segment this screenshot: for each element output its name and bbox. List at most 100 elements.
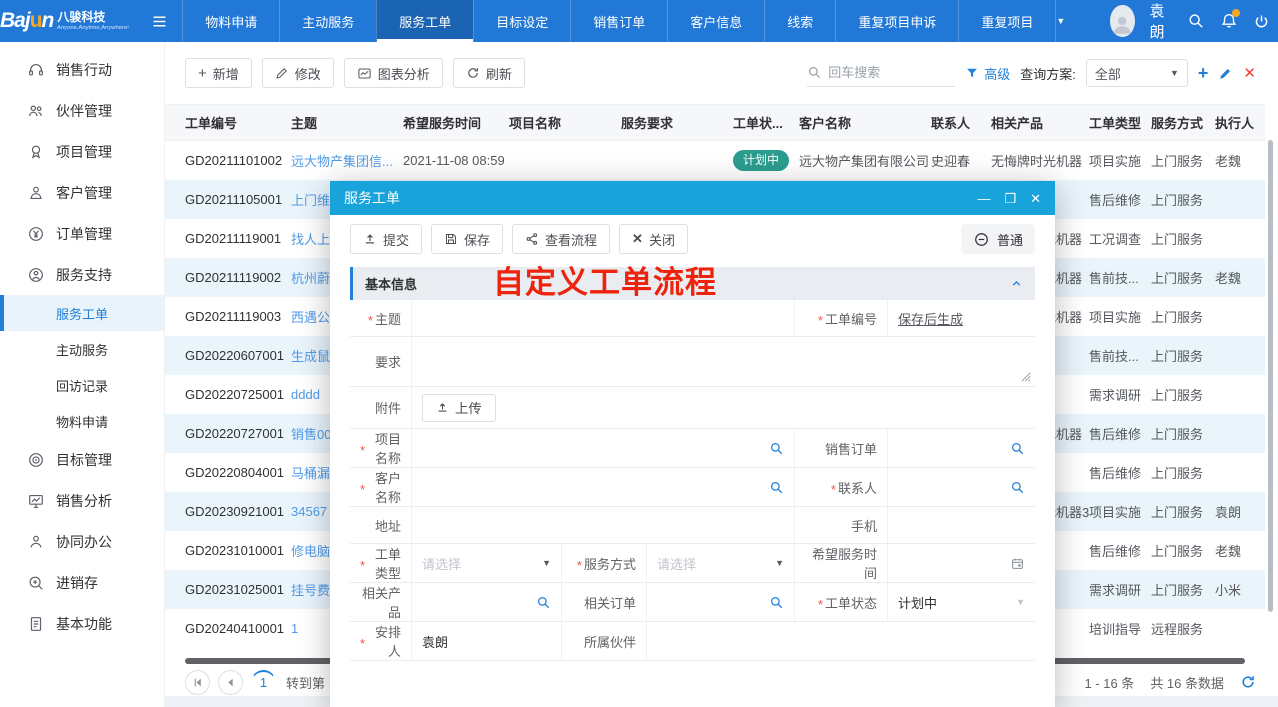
assignee-input[interactable]: 袁朗	[412, 622, 562, 661]
column-header[interactable]: 客户名称	[799, 105, 931, 141]
order-status-select[interactable]: 计划中 ▼	[888, 583, 1035, 622]
column-header[interactable]: 工单编号	[165, 105, 291, 141]
column-header[interactable]: 执行人	[1215, 105, 1265, 141]
advanced-filter[interactable]: 高级	[965, 64, 1010, 83]
resize-handle-icon[interactable]	[1021, 372, 1031, 382]
project-input[interactable]	[412, 429, 795, 468]
submit-button[interactable]: 提交	[350, 224, 422, 254]
table-row[interactable]: GD20211101002远大物产集团信...2021-11-08 08:59计…	[165, 141, 1265, 180]
calendar-icon[interactable]	[1010, 556, 1025, 571]
subject-link[interactable]: dddd	[291, 387, 320, 402]
column-header[interactable]: 服务方式	[1151, 105, 1215, 141]
notifications-bell-icon[interactable]	[1220, 12, 1238, 30]
subject-input[interactable]	[412, 300, 795, 337]
column-header[interactable]: 工单状...	[733, 105, 799, 141]
nav-item-8[interactable]: 重复项目申诉	[835, 0, 958, 42]
lookup-search-icon[interactable]	[769, 480, 784, 495]
refresh-button[interactable]: 刷新	[453, 58, 525, 88]
sidebar-item[interactable]: 服务支持	[0, 254, 164, 295]
column-header[interactable]: 主题	[291, 105, 403, 141]
requirement-textarea[interactable]	[412, 337, 1035, 387]
nav-item-6[interactable]: 客户信息	[667, 0, 764, 42]
sidebar-item[interactable]: 协同办公	[0, 521, 164, 562]
upload-button[interactable]: 上传	[422, 394, 496, 422]
sidebar-subitem[interactable]: 主动服务	[0, 331, 164, 367]
lookup-search-icon[interactable]	[536, 595, 551, 610]
chevron-up-icon[interactable]	[1010, 277, 1023, 290]
subject-link[interactable]: 1	[291, 621, 298, 636]
add-scheme-icon[interactable]: +	[1198, 63, 1209, 84]
column-header[interactable]: 服务要求	[621, 105, 733, 141]
query-scheme-select[interactable]: 全部 ▼	[1086, 59, 1188, 87]
modal-close-button[interactable]: ✕ 关闭	[619, 224, 688, 254]
sidebar-item[interactable]: 伙伴管理	[0, 90, 164, 131]
sidebar-item[interactable]: 进销存	[0, 562, 164, 603]
sidebar-item[interactable]: 目标管理	[0, 439, 164, 480]
column-header[interactable]: 工单类型	[1089, 105, 1151, 141]
user-name[interactable]: 袁朗	[1150, 0, 1173, 42]
pager-refresh-icon[interactable]	[1240, 674, 1256, 690]
nav-item-1[interactable]: 物料申请	[182, 0, 279, 42]
logout-power-icon[interactable]	[1253, 13, 1270, 30]
order-type-select[interactable]: 请选择 ▼	[412, 544, 562, 583]
minimize-icon[interactable]: —	[977, 192, 990, 205]
sales-order-input[interactable]	[888, 429, 1035, 468]
nav-item-7[interactable]: 线索	[764, 0, 835, 42]
sidebar-item[interactable]: 销售行动	[0, 49, 164, 90]
add-button[interactable]: + 新增	[185, 58, 252, 88]
menu-toggle-icon[interactable]	[137, 0, 182, 42]
sidebar-subitem[interactable]: 物料申请	[0, 403, 164, 439]
subject-link[interactable]: 远大物产集团信...	[291, 154, 393, 169]
column-header[interactable]: 相关产品	[991, 105, 1089, 141]
expected-time-input[interactable]	[888, 544, 1035, 583]
first-page-button[interactable]	[185, 670, 210, 695]
current-page[interactable]: 1	[251, 670, 276, 695]
service-method-select[interactable]: 请选择 ▼	[647, 544, 795, 583]
sidebar-item[interactable]: 基本功能	[0, 603, 164, 644]
sidebar-item-label: 伙伴管理	[56, 101, 112, 121]
subject-link[interactable]: 34567	[291, 504, 327, 519]
lookup-search-icon[interactable]	[1010, 441, 1025, 456]
column-header[interactable]: 项目名称	[509, 105, 621, 141]
delete-scheme-icon[interactable]: ✕	[1243, 64, 1256, 82]
lookup-search-icon[interactable]	[769, 441, 784, 456]
partner-input[interactable]	[647, 622, 1035, 661]
priority-selector[interactable]: 普通	[961, 224, 1035, 254]
column-header[interactable]: 联系人	[931, 105, 991, 141]
mobile-input[interactable]	[888, 507, 1035, 544]
vertical-scrollbar[interactable]	[1268, 140, 1273, 612]
nav-more-caret-icon[interactable]: ▼	[1056, 16, 1065, 26]
target-icon	[27, 451, 45, 469]
save-button[interactable]: 保存	[431, 224, 503, 254]
edit-button[interactable]: 修改	[262, 58, 334, 88]
nav-item-3[interactable]: 服务工单	[376, 0, 473, 42]
avatar[interactable]	[1110, 5, 1134, 37]
sidebar-item[interactable]: 项目管理	[0, 131, 164, 172]
nav-item-5[interactable]: 销售订单	[570, 0, 667, 42]
search-input[interactable]	[828, 65, 948, 80]
chart-analysis-button[interactable]: 图表分析	[344, 58, 443, 88]
address-input[interactable]	[412, 507, 795, 544]
maximize-icon[interactable]: ❒	[1004, 192, 1016, 205]
edit-scheme-icon[interactable]	[1218, 66, 1233, 81]
sidebar-item[interactable]: 客户管理	[0, 172, 164, 213]
nav-item-4[interactable]: 目标设定	[473, 0, 570, 42]
column-header[interactable]: 希望服务时间	[403, 105, 509, 141]
lookup-search-icon[interactable]	[1010, 480, 1025, 495]
nav-item-9[interactable]: 重复项目	[958, 0, 1056, 42]
sidebar-subitem[interactable]: 服务工单	[0, 295, 164, 331]
lookup-search-icon[interactable]	[769, 595, 784, 610]
sidebar-item[interactable]: 订单管理	[0, 213, 164, 254]
sidebar-subitem[interactable]: 回访记录	[0, 367, 164, 403]
customer-input[interactable]	[412, 468, 795, 507]
close-icon[interactable]: ✕	[1030, 192, 1041, 205]
nav-item-2[interactable]: 主动服务	[279, 0, 376, 42]
search-icon[interactable]	[1187, 12, 1205, 30]
view-flow-button[interactable]: 查看流程	[512, 224, 610, 254]
order-no-value[interactable]: 保存后生成	[898, 309, 963, 328]
sidebar-item[interactable]: 销售分析	[0, 480, 164, 521]
prev-page-button[interactable]	[218, 670, 243, 695]
related-order-input[interactable]	[647, 583, 795, 622]
related-product-input[interactable]	[412, 583, 562, 622]
contact-input[interactable]	[888, 468, 1035, 507]
